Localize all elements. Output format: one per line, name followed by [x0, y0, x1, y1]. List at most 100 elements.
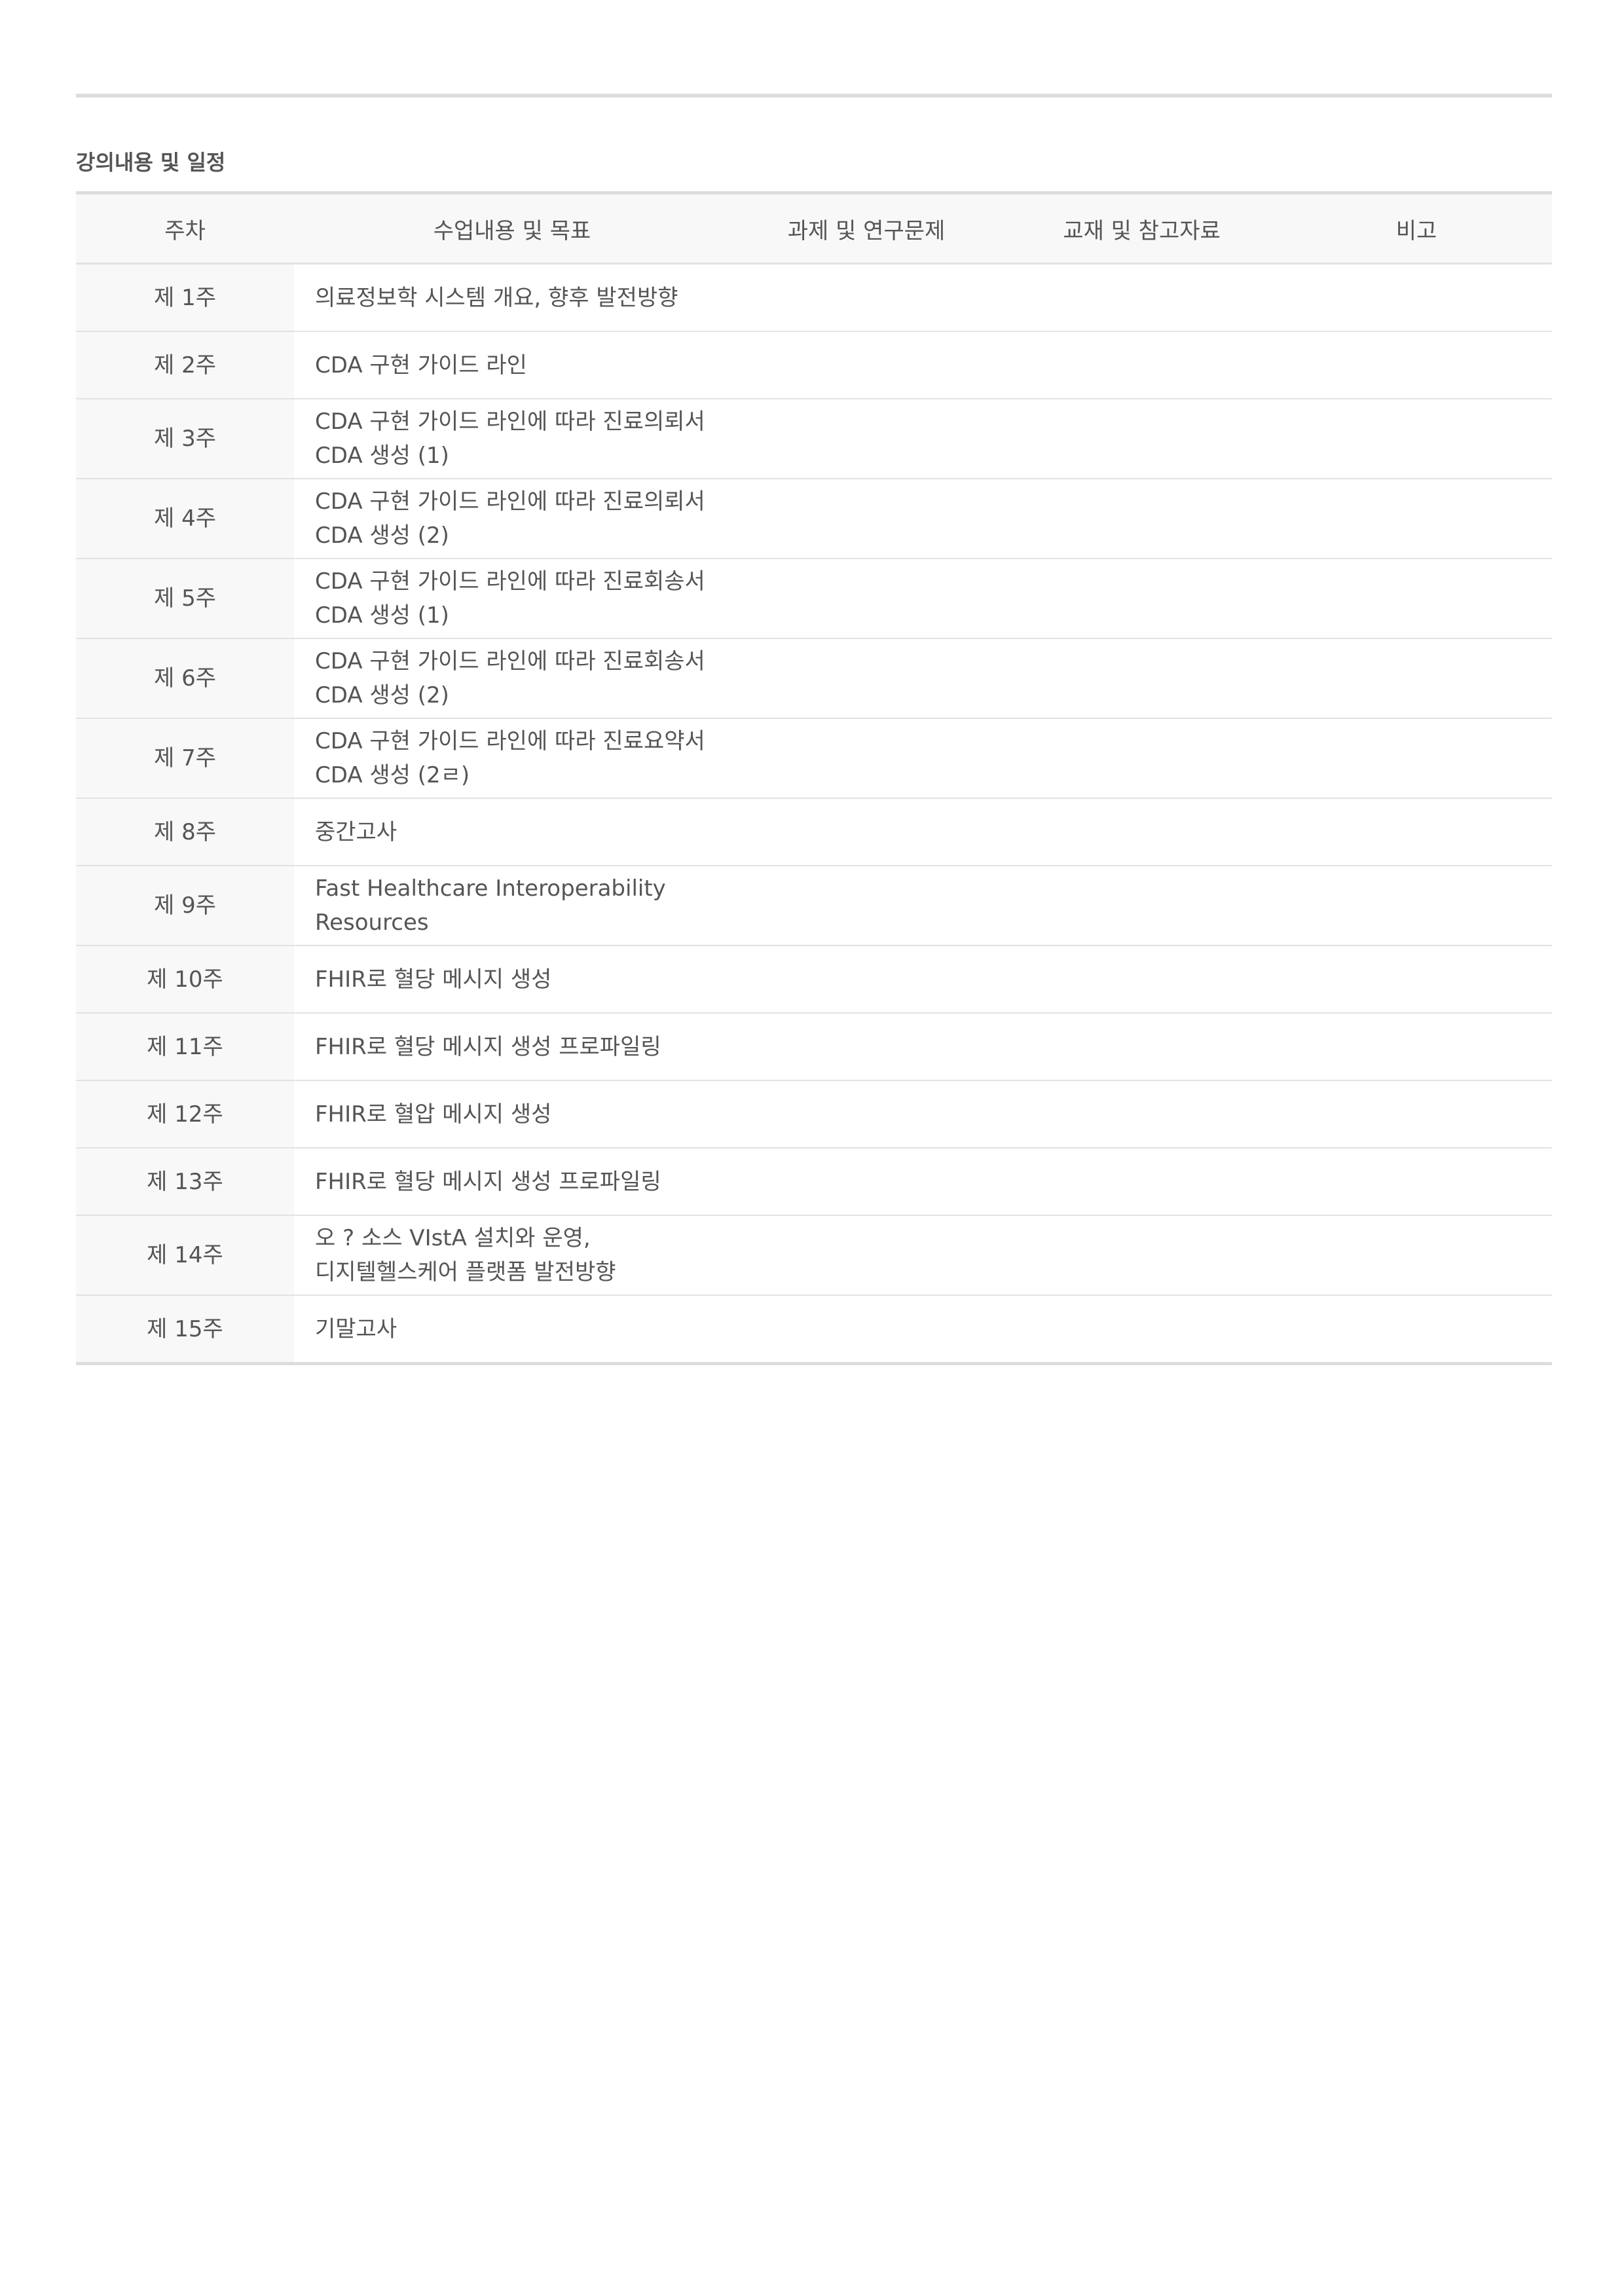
week-cell: 제 15주 [76, 1295, 294, 1364]
materials-cell [1003, 946, 1281, 1014]
content-cell: CDA 구현 가이드 라인에 따라 진료의뢰서 CDA 생성 (1) [294, 399, 730, 479]
section-title: 강의내용 및 일정 [76, 150, 226, 175]
notes-cell [1281, 1215, 1552, 1296]
content-line: Resources [315, 909, 429, 936]
assignment-cell [730, 638, 1003, 719]
week-cell: 제 10주 [76, 946, 294, 1014]
table-row: 제 3주 CDA 구현 가이드 라인에 따라 진료의뢰서 CDA 생성 (1) [76, 399, 1552, 479]
schedule-table: 주차 수업내용 및 목표 과제 및 연구문제 교재 및 참고자료 비고 제 1주… [76, 191, 1552, 1365]
assignment-cell [730, 1013, 1003, 1081]
assignment-cell [730, 479, 1003, 559]
notes-cell [1281, 479, 1552, 559]
table-row: 제 15주 기말고사 [76, 1295, 1552, 1364]
assignment-cell [730, 1080, 1003, 1148]
materials-cell [1003, 798, 1281, 866]
assignment-cell [730, 1215, 1003, 1296]
content-line: FHIR로 혈당 메시지 생성 프로파일링 [315, 1168, 661, 1195]
content-cell: FHIR로 혈당 메시지 생성 [294, 946, 730, 1014]
content-line: CDA 생성 (1) [315, 602, 449, 629]
week-cell: 제 8주 [76, 798, 294, 866]
notes-cell [1281, 1013, 1552, 1081]
week-cell: 제 9주 [76, 866, 294, 946]
header-assignment: 과제 및 연구문제 [730, 193, 1003, 265]
assignment-cell [730, 798, 1003, 866]
content-line: CDA 생성 (2ㄹ) [315, 762, 470, 788]
table-row: 제 10주 FHIR로 혈당 메시지 생성 [76, 946, 1552, 1014]
assignment-cell [730, 1295, 1003, 1364]
week-cell: 제 7주 [76, 718, 294, 799]
content-cell: FHIR로 혈당 메시지 생성 프로파일링 [294, 1148, 730, 1216]
table-row: 제 13주 FHIR로 혈당 메시지 생성 프로파일링 [76, 1148, 1552, 1216]
week-cell: 제 5주 [76, 559, 294, 639]
table-row: 제 9주 Fast Healthcare Interoperability Reso… [76, 866, 1552, 946]
content-cell: 오 ? 소스 VIstA 설치와 운영, 디지텔헬스케어 플랫폼 발전방향 [294, 1215, 730, 1296]
notes-cell [1281, 718, 1552, 799]
assignment-cell [730, 1148, 1003, 1216]
table-row: 제 6주 CDA 구현 가이드 라인에 따라 진료회송서 CDA 생성 (2) [76, 638, 1552, 719]
content-cell: FHIR로 혈압 메시지 생성 [294, 1080, 730, 1148]
notes-cell [1281, 331, 1552, 399]
content-line: CDA 구현 가이드 라인 [315, 352, 527, 378]
content-cell: Fast Healthcare Interoperability Resource… [294, 866, 730, 946]
notes-cell [1281, 1148, 1552, 1216]
materials-cell [1003, 638, 1281, 719]
table-row: 제 12주 FHIR로 혈압 메시지 생성 [76, 1080, 1552, 1148]
notes-cell [1281, 638, 1552, 719]
content-cell: FHIR로 혈당 메시지 생성 프로파일링 [294, 1013, 730, 1081]
week-cell: 제 11주 [76, 1013, 294, 1081]
table-row: 제 5주 CDA 구현 가이드 라인에 따라 진료회송서 CDA 생성 (1) [76, 559, 1552, 639]
week-cell: 제 13주 [76, 1148, 294, 1216]
week-cell: 제 12주 [76, 1080, 294, 1148]
content-line: FHIR로 혈당 메시지 생성 프로파일링 [315, 1033, 661, 1060]
content-line: CDA 생성 (1) [315, 443, 449, 469]
content-line: 의료정보학 시스템 개요, 향후 발전방향 [315, 284, 678, 311]
content-line: FHIR로 혈당 메시지 생성 [315, 966, 552, 993]
content-cell: 기말고사 [294, 1295, 730, 1364]
content-line: 오 ? 소스 VIstA 설치와 운영, [315, 1225, 591, 1251]
content-cell: CDA 구현 가이드 라인에 따라 진료의뢰서 CDA 생성 (2) [294, 479, 730, 559]
materials-cell [1003, 718, 1281, 799]
materials-cell [1003, 1148, 1281, 1216]
content-line: CDA 생성 (2) [315, 523, 449, 549]
table-row: 제 2주 CDA 구현 가이드 라인 [76, 331, 1552, 399]
content-line: Fast Healthcare Interoperability [315, 875, 666, 902]
table-row: 제 4주 CDA 구현 가이드 라인에 따라 진료의뢰서 CDA 생성 (2) [76, 479, 1552, 559]
content-cell: 의료정보학 시스템 개요, 향후 발전방향 [294, 263, 730, 332]
content-line: 기말고사 [315, 1315, 397, 1342]
content-cell: CDA 구현 가이드 라인에 따라 진료회송서 CDA 생성 (2) [294, 638, 730, 719]
materials-cell [1003, 399, 1281, 479]
content-line: 디지텔헬스케어 플랫폼 발전방향 [315, 1259, 616, 1285]
notes-cell [1281, 559, 1552, 639]
week-cell: 제 6주 [76, 638, 294, 719]
assignment-cell [730, 331, 1003, 399]
notes-cell [1281, 399, 1552, 479]
materials-cell [1003, 331, 1281, 399]
notes-cell [1281, 263, 1552, 332]
week-cell: 제 14주 [76, 1215, 294, 1296]
notes-cell [1281, 866, 1552, 946]
materials-cell [1003, 866, 1281, 946]
content-line: CDA 구현 가이드 라인에 따라 진료회송서 [315, 648, 705, 674]
table-header-row: 주차 수업내용 및 목표 과제 및 연구문제 교재 및 참고자료 비고 [76, 193, 1552, 265]
table-row: 제 7주 CDA 구현 가이드 라인에 따라 진료요약서 CDA 생성 (2ㄹ) [76, 718, 1552, 799]
top-divider [76, 94, 1552, 98]
content-cell: CDA 구현 가이드 라인에 따라 진료요약서 CDA 생성 (2ㄹ) [294, 718, 730, 799]
week-cell: 제 1주 [76, 263, 294, 332]
content-line: CDA 구현 가이드 라인에 따라 진료의뢰서 [315, 488, 705, 515]
materials-cell [1003, 559, 1281, 639]
notes-cell [1281, 798, 1552, 866]
notes-cell [1281, 1080, 1552, 1148]
materials-cell [1003, 1215, 1281, 1296]
materials-cell [1003, 479, 1281, 559]
content-line: CDA 구현 가이드 라인에 따라 진료의뢰서 [315, 409, 705, 435]
assignment-cell [730, 866, 1003, 946]
week-cell: 제 3주 [76, 399, 294, 479]
assignment-cell [730, 399, 1003, 479]
content-line: CDA 구현 가이드 라인에 따라 진료요약서 [315, 728, 705, 754]
assignment-cell [730, 559, 1003, 639]
content-cell: CDA 구현 가이드 라인에 따라 진료회송서 CDA 생성 (1) [294, 559, 730, 639]
header-notes: 비고 [1281, 193, 1552, 265]
content-line: FHIR로 혈압 메시지 생성 [315, 1101, 552, 1128]
assignment-cell [730, 946, 1003, 1014]
week-cell: 제 4주 [76, 479, 294, 559]
